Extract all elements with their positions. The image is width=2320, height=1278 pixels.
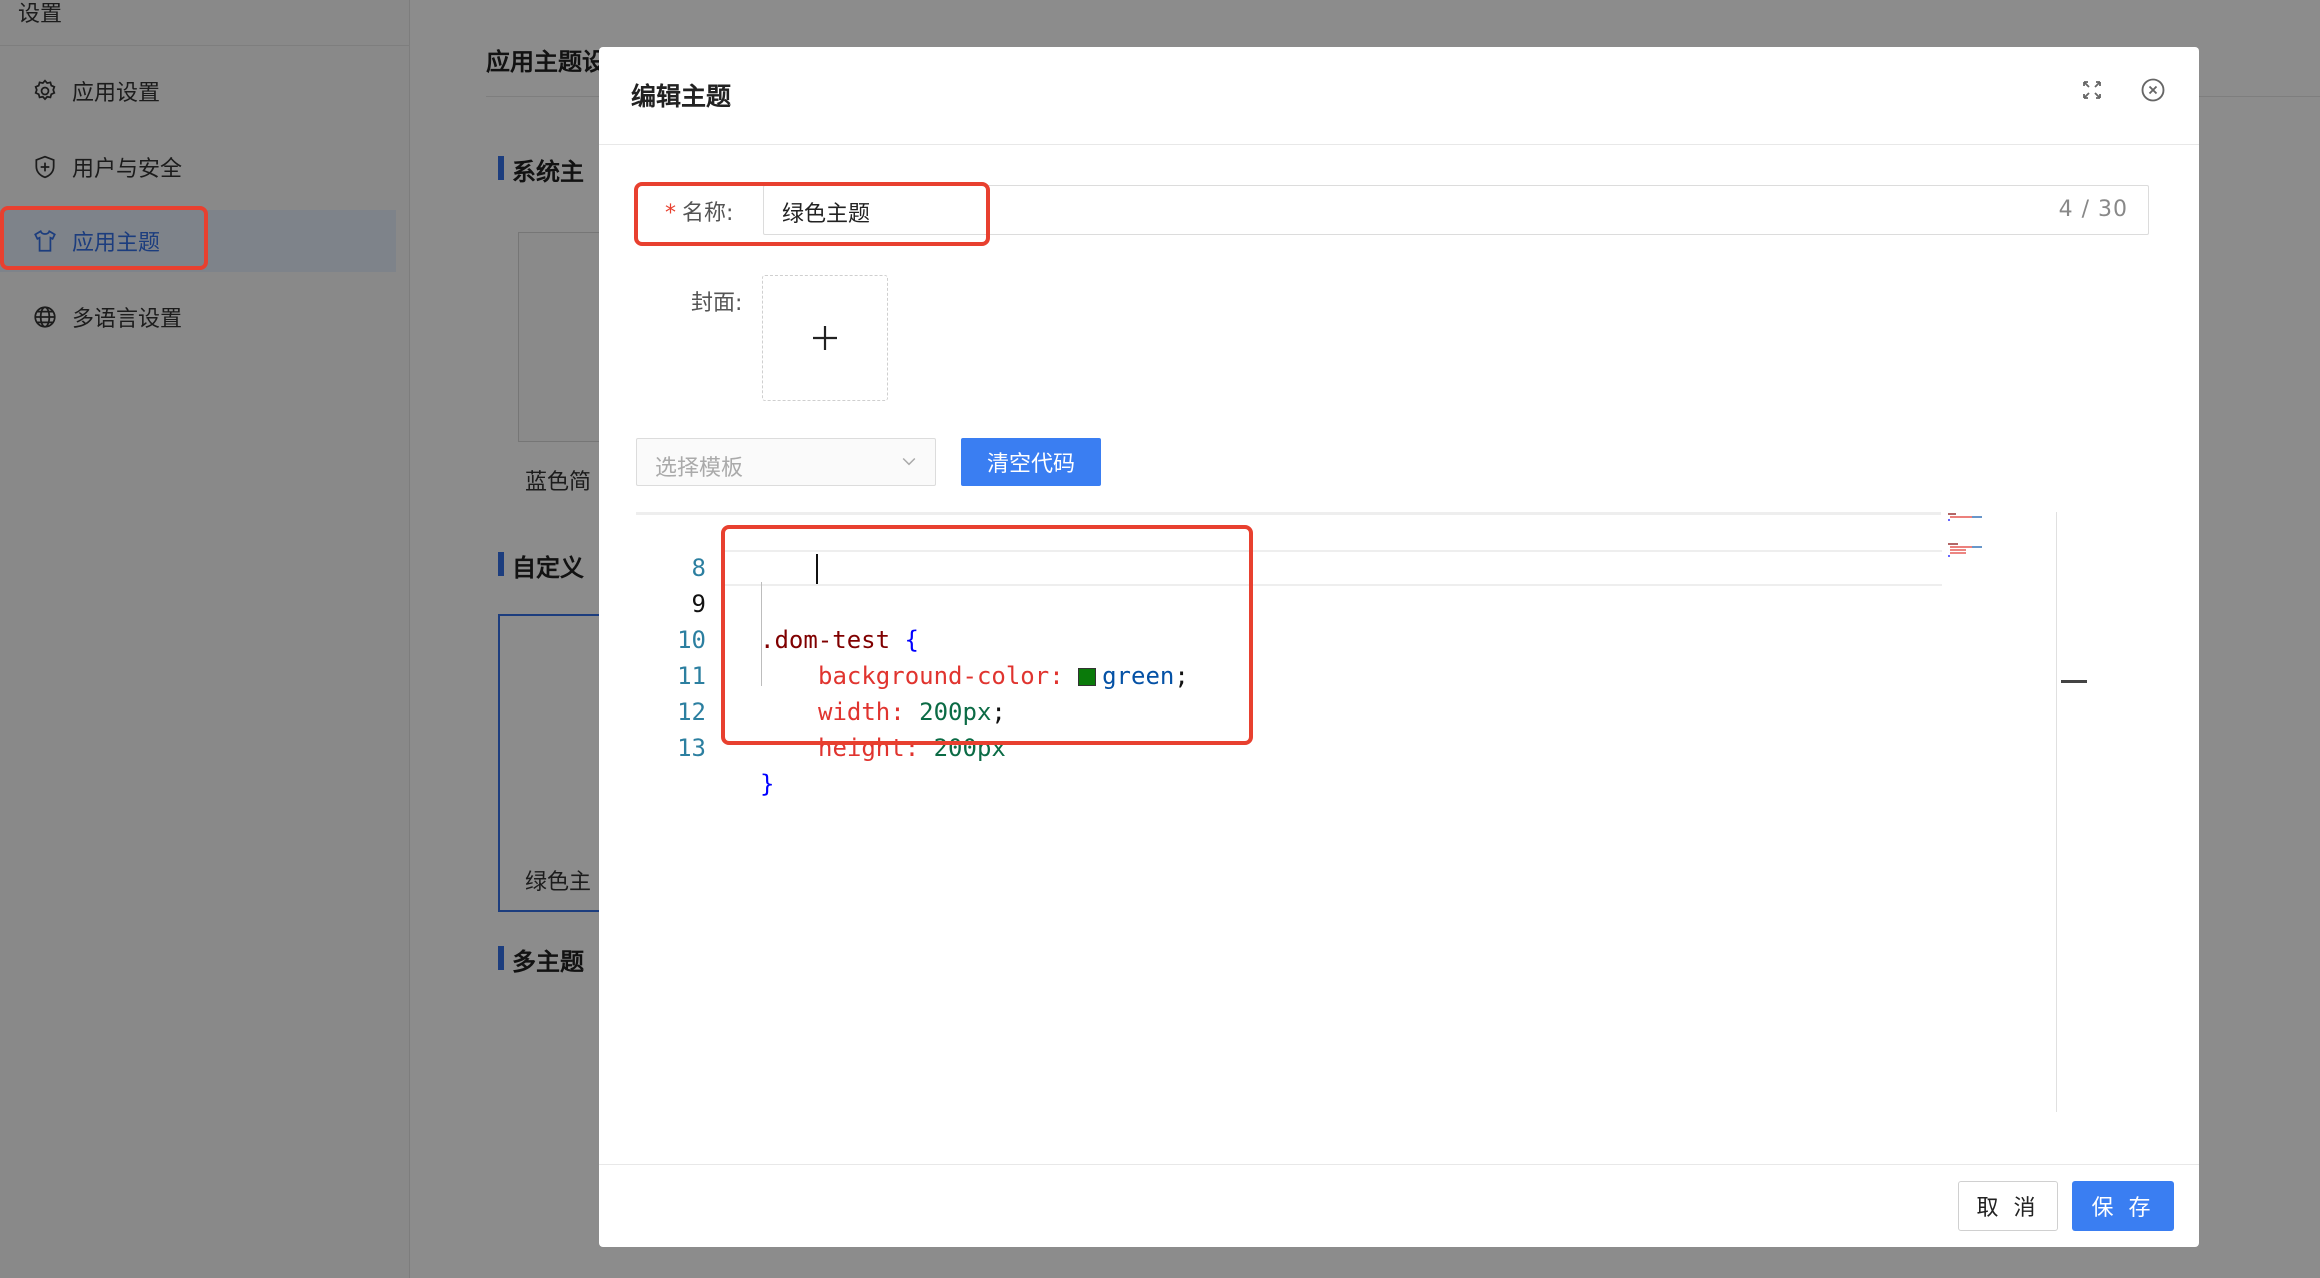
template-placeholder: 选择模板 bbox=[655, 456, 744, 481]
clear-code-button[interactable]: 清空代码 bbox=[961, 438, 1101, 486]
cover-label: 封面: bbox=[691, 291, 743, 316]
dialog-header: 编辑主题 bbox=[599, 47, 2199, 145]
chevron-down-icon bbox=[902, 457, 916, 466]
annotation-highlight-sidebar bbox=[0, 206, 208, 270]
dialog-title: 编辑主题 bbox=[631, 82, 732, 111]
close-brace: } bbox=[760, 770, 775, 798]
plus-icon bbox=[813, 326, 837, 350]
save-button[interactable]: 保 存 bbox=[2072, 1181, 2174, 1231]
cancel-button[interactable]: 取 消 bbox=[1958, 1181, 2058, 1231]
line-number: 13 bbox=[677, 734, 706, 762]
annotation-highlight-code bbox=[721, 525, 1253, 745]
fullscreen-icon[interactable] bbox=[2075, 73, 2109, 107]
edit-theme-dialog: 编辑主题 * 名称: 绿色主题 4 / 30 封面: 选择模板 清空代码 8 9 … bbox=[599, 47, 2199, 1247]
editor-scrollbar-track[interactable] bbox=[2056, 512, 2057, 1112]
template-select[interactable]: 选择模板 bbox=[636, 438, 936, 486]
dialog-footer-divider bbox=[599, 1164, 2199, 1165]
close-icon[interactable] bbox=[2136, 73, 2170, 107]
cover-upload[interactable] bbox=[762, 275, 888, 401]
editor-minimap[interactable] bbox=[1946, 512, 2026, 572]
annotation-highlight-name bbox=[634, 182, 990, 246]
code-text: } bbox=[760, 766, 774, 802]
editor-scrollbar-thumb[interactable] bbox=[2061, 680, 2087, 683]
name-char-count: 4 / 30 bbox=[2058, 197, 2128, 222]
